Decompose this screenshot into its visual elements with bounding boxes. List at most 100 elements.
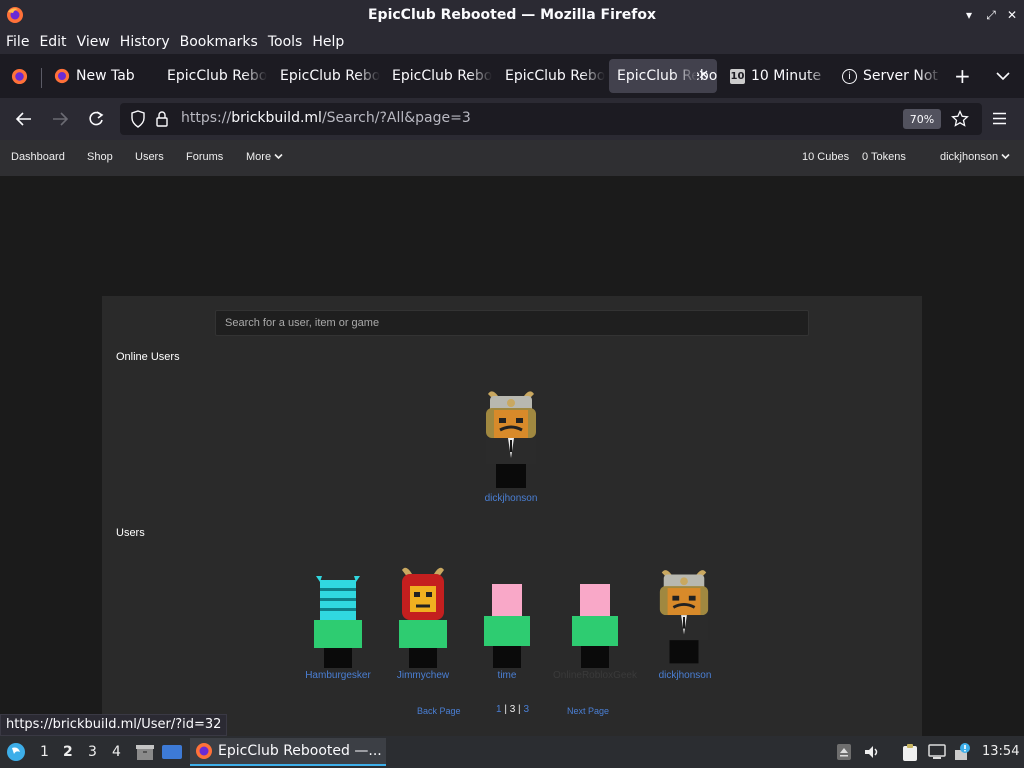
minimize-icon[interactable]: ▾ bbox=[960, 6, 978, 24]
lock-icon[interactable] bbox=[155, 110, 169, 128]
tab-bar: New Tab EpicClub Rebooted EpicClub Reboo… bbox=[0, 54, 1024, 98]
close-tab-icon[interactable]: ✕ bbox=[698, 68, 709, 83]
tab-epicclub-2[interactable]: EpicClub Rebooted bbox=[272, 59, 380, 93]
volume-icon[interactable] bbox=[863, 743, 881, 761]
nav-shop-link[interactable]: Shop bbox=[87, 151, 113, 163]
list-all-tabs-chevron-icon[interactable] bbox=[996, 71, 1010, 81]
tab-new-tab[interactable]: New Tab bbox=[46, 59, 154, 93]
avatar-pink[interactable] bbox=[570, 582, 620, 668]
tab-epicclub-active[interactable]: EpicClub Rebooted ✕ bbox=[609, 59, 717, 93]
page-body: Online Users dickjhonson Users bbox=[0, 176, 1024, 736]
site-navbar: Dashboard Shop Users Forums More 10 Cube… bbox=[0, 140, 1024, 176]
pagination-numbers: 1 | 3 | 3 bbox=[496, 704, 529, 715]
archive-icon[interactable] bbox=[135, 742, 155, 762]
tab-server-not-found[interactable]: i Server Not bbox=[834, 59, 942, 93]
menu-tools[interactable]: Tools bbox=[268, 34, 303, 50]
back-button[interactable] bbox=[11, 106, 37, 132]
info-icon: i bbox=[842, 68, 857, 84]
next-page-link[interactable]: Next Page bbox=[567, 706, 609, 716]
tab-epicclub-4[interactable]: EpicClub Rebooted bbox=[497, 59, 605, 93]
menu-file[interactable]: File bbox=[6, 34, 29, 50]
tab-separator bbox=[41, 68, 42, 88]
taskbar-firefox-task[interactable]: EpicClub Rebooted —... bbox=[190, 738, 386, 766]
forward-arrow-icon bbox=[53, 112, 69, 126]
reload-button[interactable] bbox=[83, 106, 109, 132]
workspace-4[interactable]: 4 bbox=[112, 744, 121, 760]
show-desktop-icon[interactable] bbox=[161, 742, 183, 762]
menu-edit[interactable]: Edit bbox=[39, 34, 66, 50]
firefox-icon bbox=[7, 7, 23, 23]
page-separator: | bbox=[501, 704, 510, 715]
user-name-link[interactable]: time bbox=[467, 670, 547, 681]
maximize-icon[interactable]: ⤢ bbox=[982, 6, 1000, 24]
clipboard-icon[interactable] bbox=[900, 742, 920, 762]
task-label: EpicClub Rebooted —... bbox=[218, 743, 382, 759]
notification-icon[interactable] bbox=[952, 742, 972, 762]
url-scheme: https:// bbox=[181, 110, 232, 126]
taskbar: 1 2 3 4 EpicClub Rebooted —... 13:54 bbox=[0, 736, 1024, 768]
clock: 13:54 bbox=[982, 744, 1020, 759]
firefox-view-icon[interactable] bbox=[11, 68, 28, 85]
forward-button[interactable] bbox=[47, 106, 73, 132]
users-heading: Users bbox=[116, 527, 145, 539]
back-arrow-icon bbox=[15, 112, 31, 126]
avatar-samurai[interactable] bbox=[656, 566, 712, 668]
user-name-link[interactable]: Jimmychew bbox=[383, 670, 463, 681]
eject-icon[interactable] bbox=[836, 743, 852, 761]
nav-more-dropdown[interactable]: More bbox=[246, 151, 283, 163]
menu-bar: File Edit View History Bookmarks Tools H… bbox=[0, 30, 1024, 54]
user-menu-dropdown[interactable]: dickjhonson bbox=[940, 151, 1010, 163]
user-name-link[interactable]: OnlineRobloxGeek bbox=[545, 670, 645, 681]
avatar-pink[interactable] bbox=[482, 582, 532, 668]
tokens-balance[interactable]: 0 Tokens bbox=[862, 151, 906, 163]
search-card: Online Users dickjhonson Users bbox=[102, 296, 922, 736]
cubes-balance[interactable]: 10 Cubes bbox=[802, 151, 849, 163]
page-link[interactable]: 3 bbox=[523, 704, 529, 715]
window-title: EpicClub Rebooted — Mozilla Firefox bbox=[367, 7, 657, 23]
user-menu-label: dickjhonson bbox=[940, 151, 999, 163]
nav-bar: https://brickbuild.ml/Search/?All&page=3… bbox=[0, 98, 1024, 140]
ten-icon: 10 bbox=[730, 68, 745, 84]
shield-icon[interactable] bbox=[130, 110, 146, 128]
app-launcher-icon[interactable] bbox=[6, 742, 26, 762]
nav-dashboard-link[interactable]: Dashboard bbox=[11, 151, 65, 163]
avatar-cyan[interactable] bbox=[312, 574, 364, 668]
url-path: /Search/?All&page=3 bbox=[321, 110, 471, 126]
url-text[interactable]: https://brickbuild.ml/Search/?All&page=3 bbox=[181, 110, 471, 126]
zoom-level-badge[interactable]: 70% bbox=[903, 109, 941, 129]
search-input[interactable] bbox=[215, 310, 809, 336]
hamburger-menu-icon[interactable] bbox=[992, 112, 1007, 125]
firefox-icon bbox=[196, 743, 212, 759]
reload-icon bbox=[89, 111, 104, 126]
chevron-down-icon bbox=[1001, 153, 1010, 160]
new-tab-plus-icon[interactable]: + bbox=[954, 64, 971, 88]
menu-history[interactable]: History bbox=[120, 34, 170, 50]
tab-epicclub-1[interactable]: EpicClub Rebooted bbox=[159, 59, 267, 93]
avatar-samurai[interactable] bbox=[482, 388, 540, 492]
nav-forums-link[interactable]: Forums bbox=[186, 151, 223, 163]
menu-help[interactable]: Help bbox=[312, 34, 344, 50]
workspace-2[interactable]: 2 bbox=[63, 744, 73, 760]
tab-epicclub-3[interactable]: EpicClub Rebooted bbox=[384, 59, 492, 93]
avatar-red-samurai[interactable] bbox=[396, 566, 450, 668]
url-host: brickbuild.ml bbox=[231, 110, 322, 126]
menu-bookmarks[interactable]: Bookmarks bbox=[180, 34, 258, 50]
tab-10-minute[interactable]: 10 10 Minute bbox=[722, 59, 830, 93]
online-user-name-link[interactable]: dickjhonson bbox=[472, 493, 550, 504]
menu-view[interactable]: View bbox=[77, 34, 110, 50]
tab-label: New Tab bbox=[76, 68, 135, 84]
back-page-link[interactable]: Back Page bbox=[417, 706, 461, 716]
user-name-link[interactable]: dickjhonson bbox=[645, 670, 725, 681]
close-window-icon[interactable]: ✕ bbox=[1003, 6, 1021, 24]
workspace-3[interactable]: 3 bbox=[88, 744, 97, 760]
chevron-down-icon bbox=[274, 153, 283, 160]
workspace-1[interactable]: 1 bbox=[40, 744, 49, 760]
nav-users-link[interactable]: Users bbox=[135, 151, 164, 163]
online-users-heading: Online Users bbox=[116, 351, 180, 363]
bookmark-star-icon[interactable] bbox=[951, 110, 969, 128]
network-icon[interactable] bbox=[927, 743, 947, 761]
url-bar[interactable]: https://brickbuild.ml/Search/?All&page=3… bbox=[120, 103, 982, 135]
window-titlebar: EpicClub Rebooted — Mozilla Firefox ▾ ⤢ … bbox=[0, 0, 1024, 30]
status-url-tooltip: https://brickbuild.ml/User/?id=32 bbox=[0, 714, 228, 736]
user-name-link[interactable]: Hamburgesker bbox=[298, 670, 378, 681]
